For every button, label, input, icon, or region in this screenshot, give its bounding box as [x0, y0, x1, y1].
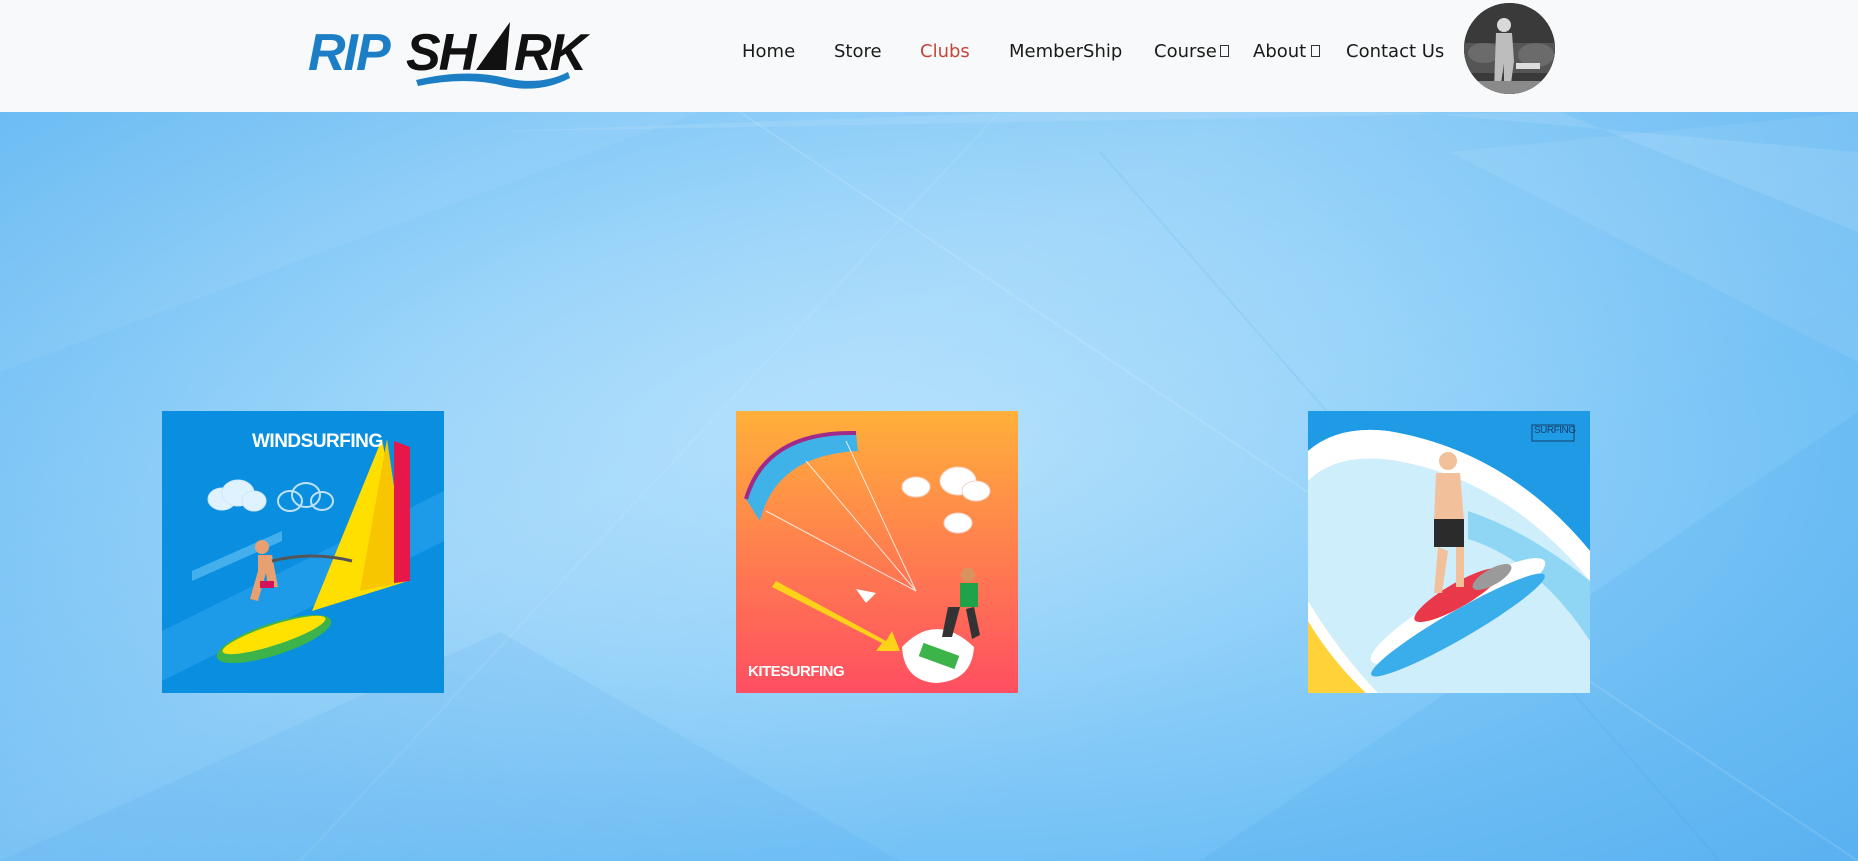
about-dropdown-icon[interactable] — [1311, 45, 1320, 57]
course-dropdown-icon[interactable] — [1220, 45, 1229, 57]
user-avatar-photo-icon — [1464, 3, 1555, 94]
club-label-windsurfing: WINDSURFING — [252, 431, 383, 452]
nav-store[interactable]: Store — [834, 38, 882, 66]
nav-course[interactable]: Course — [1154, 38, 1217, 66]
club-card-windsurfing[interactable]: WINDSURFING — [162, 411, 444, 693]
surfing-illustration-icon — [1308, 411, 1590, 693]
svg-text:RK: RK — [514, 24, 591, 82]
shark-fin-wave-logo-icon: RIP SH RK — [308, 22, 593, 89]
clubs-section: WINDSURFING KITESURFING SURFING — [0, 112, 1858, 861]
site-header: RIP SH RK Home Store Clubs MemberShip Co… — [0, 0, 1858, 112]
club-label-kitesurfing: KITESURFING — [748, 663, 845, 680]
windsurfing-illustration-icon — [162, 411, 444, 693]
nav-contact-us[interactable]: Contact Us — [1346, 38, 1444, 66]
club-label-surfing: SURFING — [1534, 425, 1576, 436]
svg-text:RIP: RIP — [308, 24, 391, 82]
svg-text:SH: SH — [406, 24, 478, 82]
nav-membership[interactable]: MemberShip — [1009, 38, 1122, 66]
club-card-surfing[interactable]: SURFING — [1308, 411, 1590, 693]
nav-home[interactable]: Home — [742, 38, 795, 66]
user-avatar[interactable] — [1464, 3, 1555, 94]
ripshark-logo[interactable]: RIP SH RK — [306, 16, 602, 94]
kitesurfing-illustration-icon — [736, 411, 1018, 693]
club-card-kitesurfing[interactable]: KITESURFING — [736, 411, 1018, 693]
nav-clubs[interactable]: Clubs — [920, 38, 970, 66]
nav-about[interactable]: About — [1253, 38, 1306, 66]
